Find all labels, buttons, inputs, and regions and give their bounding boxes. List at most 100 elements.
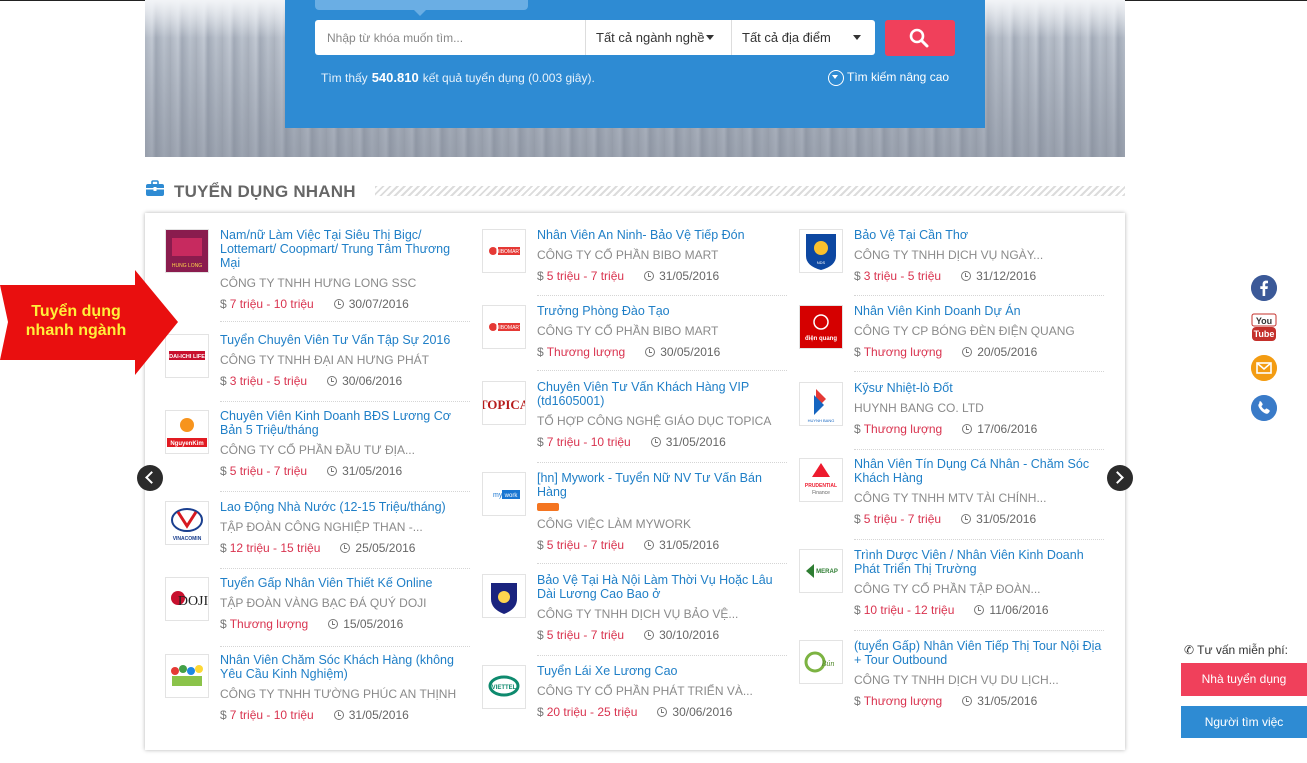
svg-text:VIETTEL: VIETTEL xyxy=(492,685,517,691)
job-title-link[interactable]: (tuyển Gấp) Nhân Viên Tiếp Thị Tour Nội … xyxy=(854,639,1106,667)
job-meta: $3 triệu - 5 triệu 31/12/2016 xyxy=(854,269,1036,283)
clock-icon xyxy=(961,271,972,281)
job-title-link[interactable]: Nhân Viên Chăm Sóc Khách Hàng (không Yêu… xyxy=(220,653,472,681)
company-logo-huynh-bang-logo[interactable]: HUYNH BANG xyxy=(799,382,843,426)
company-logo-nguyen-kim-logo[interactable]: NguyenKim xyxy=(165,410,209,454)
dollar-icon: $ xyxy=(537,538,544,552)
deadline-date: 17/06/2016 xyxy=(977,422,1038,436)
carousel-next-button[interactable] xyxy=(1107,465,1133,491)
phone-icon[interactable] xyxy=(1251,395,1277,421)
company-logo-doji-logo[interactable]: DOJI xyxy=(165,577,209,621)
job-title-link[interactable]: [hn] Mywork - Tuyển Nữ NV Tư Vấn Bán Hàn… xyxy=(537,471,789,499)
job-title-link[interactable]: Nhân Viên Tín Dụng Cá Nhân - Chăm Sóc Kh… xyxy=(854,457,1106,485)
youtube-you: You xyxy=(1256,316,1272,326)
svg-text:TOPICA: TOPICA xyxy=(483,397,525,412)
job-title-link[interactable]: Trình Dược Viên / Nhân Viên Kinh Doanh P… xyxy=(854,548,1106,576)
employer-button[interactable]: Nhà tuyển dụng xyxy=(1181,663,1307,696)
company-logo-viettel-logo[interactable]: VIETTEL xyxy=(482,665,526,709)
result-count: 540.810 xyxy=(371,70,419,85)
svg-text:Bún: Bún xyxy=(822,659,835,668)
mail-icon[interactable] xyxy=(1251,355,1277,381)
job-title-link[interactable]: Tuyển Gấp Nhân Viên Thiết Kế Online xyxy=(220,576,472,590)
clock-icon xyxy=(644,630,655,640)
job-seeker-button[interactable]: Người tìm việc xyxy=(1181,706,1307,738)
clock-icon xyxy=(650,437,661,447)
company-name: TẬP ĐOÀN CÔNG NGHIỆP THAN -... xyxy=(220,520,423,534)
dollar-icon: $ xyxy=(220,617,227,631)
dollar-icon: $ xyxy=(854,694,861,708)
search-icon xyxy=(909,28,929,48)
industry-select-label: Tất cả ngành nghề xyxy=(596,30,705,45)
quick-jobs-box: HUNG LONG Nam/nữ Làm Việc Tại Siêu Thị Bi… xyxy=(145,213,1125,750)
search-input[interactable] xyxy=(315,20,585,55)
industry-select[interactable]: Tất cả ngành nghề xyxy=(585,20,731,55)
job-meta: $10 triệu - 12 triệu 11/06/2016 xyxy=(854,603,1049,617)
hot-badge xyxy=(537,503,559,511)
clock-icon xyxy=(961,514,972,524)
result-prefix: Tìm thấy xyxy=(321,71,368,85)
job-separator xyxy=(854,630,1104,631)
company-logo-topica-logo[interactable]: TOPICA xyxy=(482,381,526,425)
company-logo-tuong-phuc-logo[interactable] xyxy=(165,654,209,698)
job-title-link[interactable]: Trưởng Phòng Đào Tạo xyxy=(537,304,789,318)
location-select[interactable]: Tất cả địa điểm xyxy=(731,20,875,55)
search-button[interactable] xyxy=(885,20,955,56)
job-title-link[interactable]: Bảo Vệ Tại Cần Thơ xyxy=(854,228,1106,242)
clock-icon xyxy=(962,347,973,357)
company-logo-vinacomin-logo[interactable]: VINACOMIN xyxy=(165,501,209,545)
svg-text:NguyenKim: NguyenKim xyxy=(170,441,203,447)
job-separator xyxy=(220,321,470,322)
clock-icon xyxy=(645,347,656,357)
carousel-prev-button[interactable] xyxy=(137,465,163,491)
company-logo-dai-long-logo[interactable] xyxy=(482,574,526,618)
company-logo-merap-logo[interactable]: MERAP xyxy=(799,549,843,593)
job-meta: $ Thương lượng 20/05/2016 xyxy=(854,345,1037,359)
advanced-search-link[interactable]: Tìm kiếm nâng cao xyxy=(828,67,949,87)
company-logo-mywork-logo[interactable]: my work xyxy=(482,472,526,516)
job-title-link[interactable]: Nhân Viên An Ninh- Bảo Vệ Tiếp Đón xyxy=(537,228,789,242)
job-separator xyxy=(537,370,787,371)
job-separator xyxy=(854,295,1104,296)
job-title-link[interactable]: Kỹsư Nhiệt-lò Đốt xyxy=(854,381,1106,395)
search-tab[interactable] xyxy=(315,0,528,10)
salary: 5 triệu - 7 triệu xyxy=(546,538,625,552)
company-logo-hung-long-logo[interactable]: HUNG LONG xyxy=(165,229,209,273)
company-logo-prudential-logo[interactable]: PRUDENTIAL Finance xyxy=(799,458,843,502)
company-logo-bibo-mart-logo[interactable]: BIBOMART xyxy=(482,305,526,349)
company-logo-du-lich-logo[interactable]: Bún xyxy=(799,640,843,684)
dollar-icon: $ xyxy=(220,708,227,722)
company-name: CÔNG TY CỔ PHẦN ĐẦU TƯ ĐỊA... xyxy=(220,443,415,457)
job-title-link[interactable]: Lao Động Nhà Nước (12-15 Triệu/tháng) xyxy=(220,500,472,514)
job-title-link[interactable]: Tuyển Chuyên Viên Tư Vấn Tập Sự 2016 xyxy=(220,333,472,347)
deadline-date: 30/06/2016 xyxy=(672,705,733,719)
job-meta: $ Thương lượng 30/05/2016 xyxy=(537,345,720,359)
job-title-link[interactable]: Nhân Viên Kinh Doanh Dự Án xyxy=(854,304,1106,318)
job-title-link[interactable]: Nam/nữ Làm Việc Tại Siêu Thị Bigc/ Lotte… xyxy=(220,228,472,270)
dollar-icon: $ xyxy=(220,297,227,311)
job-title-link[interactable]: Bảo Vệ Tại Hà Nội Làm Thời Vụ Hoặc Lâu D… xyxy=(537,573,789,601)
deadline-date: 31/05/2016 xyxy=(976,512,1037,526)
job-meta: $ Thương lượng 15/05/2016 xyxy=(220,617,403,631)
svg-text:điện quang: điện quang xyxy=(805,336,837,342)
company-logo-bibo-mart-logo[interactable]: BIBOMART xyxy=(482,229,526,273)
job-title-link[interactable]: Chuyên Viên Tư Vấn Khách Hàng VIP (td160… xyxy=(537,380,789,408)
job-title-link[interactable]: Chuyên Viên Kinh Doanh BĐS Lương Cơ Bản … xyxy=(220,409,472,437)
svg-text:BIBOMART: BIBOMART xyxy=(496,249,522,255)
job-meta: $3 triệu - 5 triệu 30/06/2016 xyxy=(220,374,402,388)
svg-text:PRUDENTIAL: PRUDENTIAL xyxy=(805,483,837,489)
consult-label: ✆ Tư vấn miễn phí: xyxy=(1184,643,1288,657)
job-separator xyxy=(854,539,1104,540)
company-logo-dien-quang-logo[interactable]: điện quang xyxy=(799,305,843,349)
facebook-icon[interactable] xyxy=(1251,275,1277,301)
clock-icon xyxy=(644,271,655,281)
company-logo-nds-security-logo[interactable]: NDS xyxy=(799,229,843,273)
svg-text:DOJI: DOJI xyxy=(178,594,208,609)
advanced-search-label: Tìm kiếm nâng cao xyxy=(847,70,950,84)
job-title-link[interactable]: Tuyển Lái Xe Lương Cao xyxy=(537,664,789,678)
dollar-icon: $ xyxy=(220,464,227,478)
job-separator xyxy=(220,491,470,492)
youtube-icon[interactable]: You Tube xyxy=(1250,313,1278,343)
deadline-date: 20/05/2016 xyxy=(977,345,1038,359)
salary: 5 triệu - 7 triệu xyxy=(546,269,625,283)
job-separator xyxy=(854,449,1104,450)
